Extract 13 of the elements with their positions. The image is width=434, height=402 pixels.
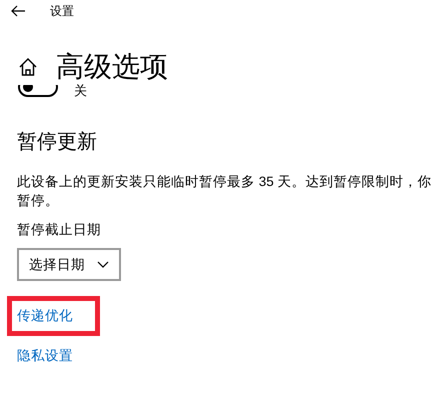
date-dropdown[interactable]: 选择日期: [17, 248, 121, 282]
section-heading: 暂停更新: [16, 130, 98, 155]
home-icon[interactable]: [18, 57, 38, 77]
description-text: 暂停。: [17, 192, 60, 210]
field-label: 暂停截止日期: [16, 221, 102, 239]
window-title: 设置: [50, 3, 74, 20]
link[interactable]: 传递优化: [17, 306, 73, 326]
back-icon[interactable]: [10, 4, 26, 18]
link[interactable]: 隐私设置: [7, 346, 73, 366]
chevron-down-icon: [97, 261, 109, 268]
description-text: 此设备上的更新安装只能临时暂停最多 35 天。达到暂停限制时，你: [17, 173, 433, 191]
page-title: 高级选项: [56, 50, 168, 84]
toggle-label: 关: [74, 82, 87, 100]
